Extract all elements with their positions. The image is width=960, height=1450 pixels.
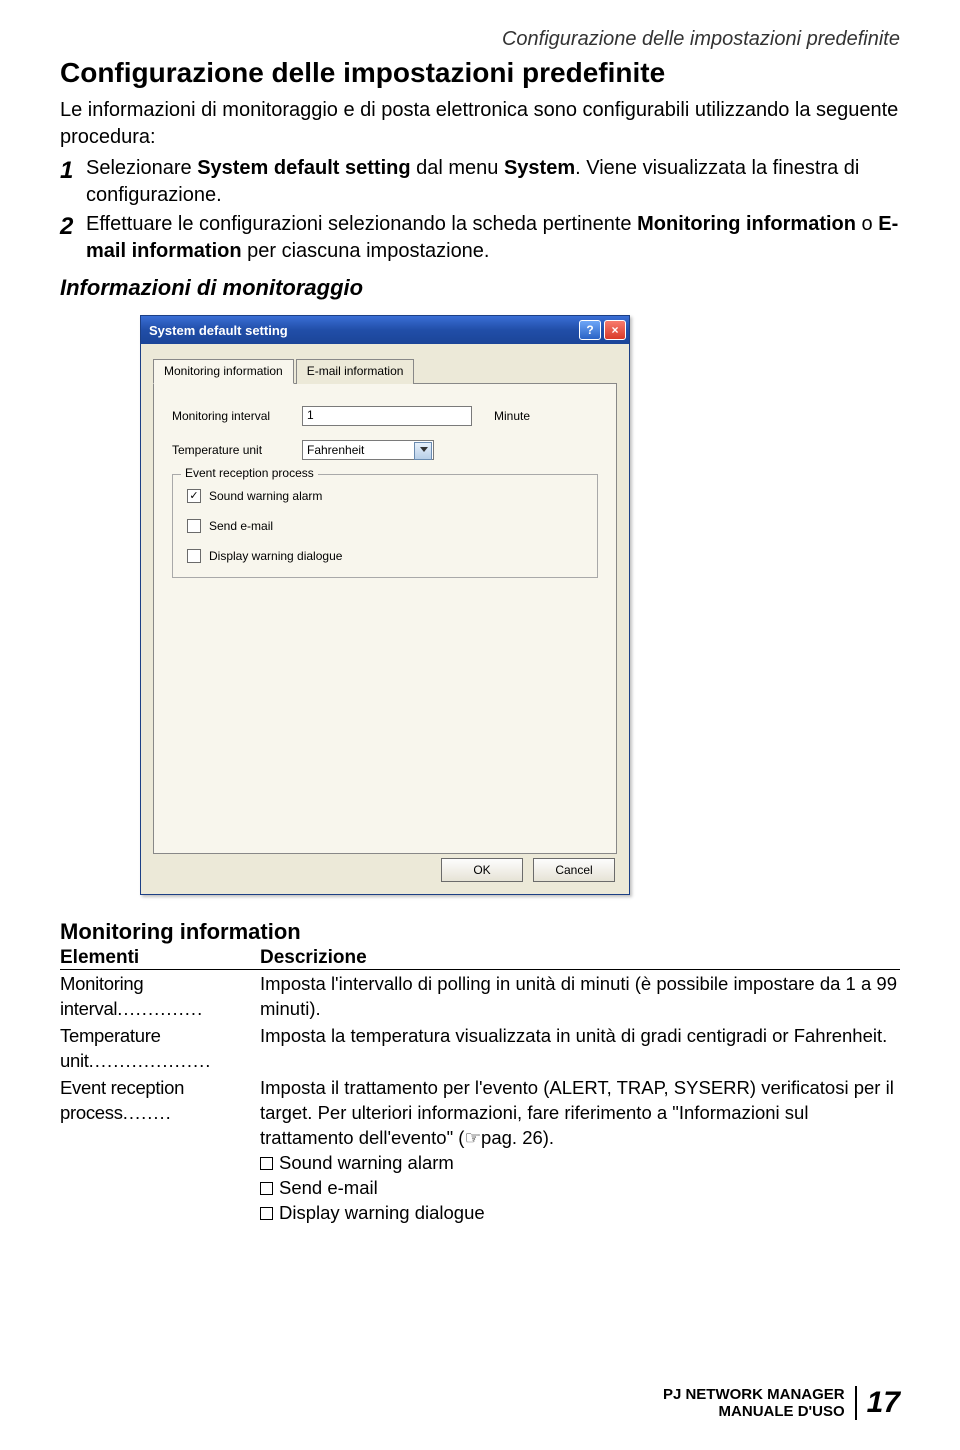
ok-button[interactable]: OK bbox=[441, 858, 523, 882]
dialog-body: Monitoring information E-mail informatio… bbox=[141, 344, 629, 894]
dialog-buttons: OK Cancel bbox=[441, 858, 615, 882]
step-number: 1 bbox=[60, 155, 86, 187]
col-elementi: Elementi bbox=[60, 947, 260, 969]
footer-text: PJ NETWORK MANAGER MANUALE D'USO bbox=[663, 1386, 845, 1421]
desc-row-event: Event reception process........ Imposta … bbox=[60, 1076, 900, 1226]
bullet-square-icon bbox=[260, 1182, 273, 1195]
tab-strip: Monitoring information E-mail informatio… bbox=[153, 358, 617, 384]
close-button[interactable]: × bbox=[604, 320, 626, 340]
suffix-minute: Minute bbox=[494, 409, 530, 423]
chevron-down-icon bbox=[420, 447, 428, 452]
step-body: Selezionare System default setting dal m… bbox=[86, 155, 900, 209]
titlebar-text: System default setting bbox=[149, 323, 579, 338]
running-head: Configurazione delle impostazioni predef… bbox=[60, 28, 900, 51]
cancel-button[interactable]: Cancel bbox=[533, 858, 615, 882]
desc-row-interval: Monitoring interval.............. Impost… bbox=[60, 972, 900, 1022]
bullet-square-icon bbox=[260, 1157, 273, 1170]
desc-row-temp: Temperature unit.................... Imp… bbox=[60, 1024, 900, 1074]
step-body: Effettuare le configurazioni selezionand… bbox=[86, 211, 900, 265]
label-tempunit: Temperature unit bbox=[172, 443, 302, 457]
check-label: Sound warning alarm bbox=[209, 489, 322, 503]
desc-body: Imposta la temperatura visualizzata in u… bbox=[260, 1024, 900, 1074]
bullet-square-icon bbox=[260, 1207, 273, 1220]
checkbox-icon: ✓ bbox=[187, 489, 201, 503]
row-interval: Monitoring interval 1 Minute bbox=[172, 406, 598, 426]
tab-monitoring[interactable]: Monitoring information bbox=[153, 359, 294, 384]
desc-label: Event reception process........ bbox=[60, 1076, 260, 1226]
table-head: Elementi Descrizione bbox=[60, 947, 900, 970]
titlebar: System default setting ? × bbox=[141, 316, 629, 344]
check-email[interactable]: Send e-mail bbox=[187, 519, 583, 533]
step-1: 1 Selezionare System default setting dal… bbox=[60, 155, 900, 209]
desc-label: Monitoring interval.............. bbox=[60, 972, 260, 1022]
groupbox-event: Event reception process ✓ Sound warning … bbox=[172, 474, 598, 578]
section-title: Monitoring information bbox=[60, 919, 900, 945]
tab-panel: Monitoring interval 1 Minute Temperature… bbox=[153, 384, 617, 854]
dialog-window: System default setting ? × Monitoring in… bbox=[140, 315, 630, 895]
desc-label: Temperature unit.................... bbox=[60, 1024, 260, 1074]
check-display[interactable]: Display warning dialogue bbox=[187, 549, 583, 563]
select-value: Fahrenheit bbox=[307, 443, 364, 457]
step-2: 2 Effettuare le configurazioni seleziona… bbox=[60, 211, 900, 265]
desc-body: Imposta l'intervallo di polling in unità… bbox=[260, 972, 900, 1022]
col-descrizione: Descrizione bbox=[260, 947, 900, 969]
check-sound[interactable]: ✓ Sound warning alarm bbox=[187, 489, 583, 503]
check-label: Display warning dialogue bbox=[209, 549, 342, 563]
group-legend: Event reception process bbox=[181, 466, 318, 480]
row-tempunit: Temperature unit Fahrenheit bbox=[172, 440, 598, 460]
step-number: 2 bbox=[60, 211, 86, 243]
desc-body: Imposta il trattamento per l'evento (ALE… bbox=[260, 1076, 900, 1226]
intro-text: Le informazioni di monitoraggio e di pos… bbox=[60, 97, 900, 151]
checkbox-icon bbox=[187, 519, 201, 533]
page-number: 17 bbox=[855, 1386, 900, 1420]
input-interval[interactable]: 1 bbox=[302, 406, 472, 426]
page-title: Configurazione delle impostazioni predef… bbox=[60, 57, 900, 89]
subhead: Informazioni di monitoraggio bbox=[60, 275, 900, 301]
help-button[interactable]: ? bbox=[579, 320, 601, 340]
check-label: Send e-mail bbox=[209, 519, 273, 533]
footer: PJ NETWORK MANAGER MANUALE D'USO 17 bbox=[663, 1386, 900, 1421]
tab-email[interactable]: E-mail information bbox=[296, 359, 415, 384]
select-tempunit[interactable]: Fahrenheit bbox=[302, 440, 434, 460]
checkbox-icon bbox=[187, 549, 201, 563]
label-interval: Monitoring interval bbox=[172, 409, 302, 423]
